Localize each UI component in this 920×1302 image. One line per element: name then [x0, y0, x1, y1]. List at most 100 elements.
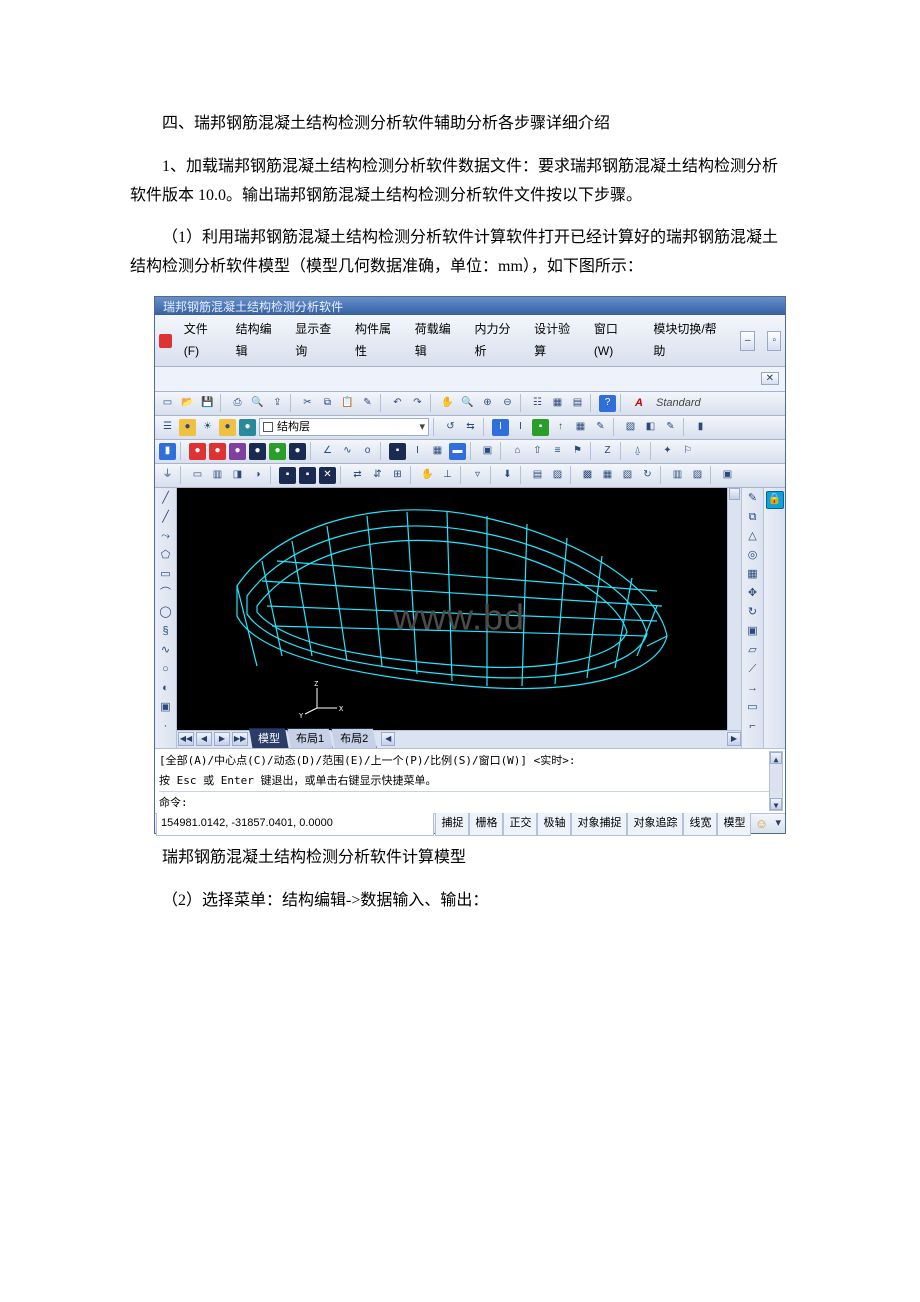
publish-icon[interactable]: ⇪	[269, 395, 286, 412]
status-polar-toggle[interactable]: 极轴	[537, 812, 571, 836]
dark-sq-icon[interactable]: ▪	[389, 443, 406, 460]
copy-obj-icon[interactable]: ⧉	[745, 510, 761, 526]
ellipse-arc-icon[interactable]: ○	[158, 662, 174, 678]
model-icon-3[interactable]: ●	[209, 443, 226, 460]
paste-icon[interactable]: 📋	[339, 395, 356, 412]
status-snap-toggle[interactable]: 捕捉	[435, 812, 469, 836]
help-icon[interactable]: ?	[599, 395, 616, 412]
h-scroll-right-button[interactable]: ▶	[727, 732, 741, 746]
match-icon[interactable]: ✎	[359, 395, 376, 412]
hand-icon[interactable]: ✋	[419, 467, 436, 484]
ellipse-icon[interactable]: ∿	[158, 643, 174, 659]
comm-center-icon[interactable]: ☺	[751, 812, 771, 835]
plot-layer-icon[interactable]: ●	[239, 419, 256, 436]
model-icon-5[interactable]: ●	[249, 443, 266, 460]
chart-icon-8[interactable]: ▨	[689, 467, 706, 484]
menu-file[interactable]: 文件(F)	[178, 317, 226, 364]
status-lwt-toggle[interactable]: 线宽	[683, 812, 717, 836]
rect-icon[interactable]: ▭	[158, 567, 174, 583]
menu-window[interactable]: 窗口(W)	[588, 317, 639, 364]
stretch-icon[interactable]: ▱	[745, 643, 761, 659]
filter-icon[interactable]: ▿	[469, 467, 486, 484]
grid-icon[interactable]: ▦	[429, 443, 446, 460]
grid-small-icon[interactable]: ▦	[572, 419, 589, 436]
zoom-prev-icon[interactable]: ⊖	[499, 395, 516, 412]
tab-prev-button[interactable]: ◀	[196, 732, 212, 746]
list-end-icon[interactable]: ▣	[719, 467, 736, 484]
flag2-icon[interactable]: ⚐	[679, 443, 696, 460]
arr-icon-3[interactable]: ⊞	[389, 467, 406, 484]
mirror-icon[interactable]: △	[745, 529, 761, 545]
dark-x-icon[interactable]: ✕	[319, 467, 336, 484]
preview-icon[interactable]: 🔍	[249, 395, 266, 412]
arc-icon[interactable]: ⌒	[158, 586, 174, 602]
bell-icon[interactable]: ⍙	[629, 443, 646, 460]
home-icon[interactable]: ⌂	[509, 443, 526, 460]
ground-icon[interactable]: ⏚	[159, 467, 176, 484]
draw-icon-1[interactable]: ▥	[209, 467, 226, 484]
array-icon[interactable]: ▦	[745, 567, 761, 583]
save-icon[interactable]: 💾	[199, 395, 216, 412]
cmd-scroll-up-button[interactable]: ▲	[770, 752, 782, 764]
print-icon[interactable]: ⎙	[229, 395, 246, 412]
model-viewport[interactable]: www.bd X Z Y ◀◀ ◀ ▶ ▶▶ 模型 布局1 布局	[177, 488, 741, 748]
extrude-icon[interactable]: ▮	[692, 419, 709, 436]
ibeam-icon[interactable]: I	[512, 419, 529, 436]
tab-next-button[interactable]: ▶	[214, 732, 230, 746]
eraser-icon[interactable]: ✎	[745, 491, 761, 507]
status-osnap-toggle[interactable]: 对象捕捉	[571, 812, 627, 836]
status-grid-toggle[interactable]: 栅格	[469, 812, 503, 836]
command-window[interactable]: [全部(A)/中心点(C)/动态(D)/范围(E)/上一个(P)/比例(S)/窗…	[155, 748, 785, 813]
arr-icon-1[interactable]: ⇄	[349, 467, 366, 484]
cmd-scroll-down-button[interactable]: ▼	[770, 798, 782, 810]
chart-icon-1[interactable]: ▤	[529, 467, 546, 484]
window-view-icon[interactable]: ▣	[479, 443, 496, 460]
model-icon-4[interactable]: ●	[229, 443, 246, 460]
freeze-icon[interactable]: ☀	[199, 419, 216, 436]
small-o-icon[interactable]: o	[359, 443, 376, 460]
stand-icon[interactable]: ⊥	[439, 467, 456, 484]
menu-load-edit[interactable]: 荷载编辑	[409, 317, 465, 364]
zoom-rt-icon[interactable]: 🔍	[459, 395, 476, 412]
line-icon[interactable]: ╱	[158, 491, 174, 507]
open-file-icon[interactable]: 📂	[179, 395, 196, 412]
viewport-horizontal-scrollbar[interactable]: ◀ ▶	[381, 732, 741, 746]
model-icon-6[interactable]: ●	[269, 443, 286, 460]
layer-manager-icon[interactable]: ☰	[159, 419, 176, 436]
xline-icon[interactable]: ╱	[158, 510, 174, 526]
properties-icon[interactable]: ☷	[529, 395, 546, 412]
status-otrack-toggle[interactable]: 对象追踪	[627, 812, 683, 836]
tool-palette-icon[interactable]: ▤	[569, 395, 586, 412]
menu-struct-edit[interactable]: 结构编辑	[230, 317, 286, 364]
model-icon-2[interactable]: ●	[189, 443, 206, 460]
break-icon[interactable]: ▭	[745, 700, 761, 716]
pencil-icon[interactable]: ✎	[592, 419, 609, 436]
fillet-icon[interactable]: ⌐	[745, 719, 761, 735]
fill-icon[interactable]: ▬	[449, 443, 466, 460]
chart-icon-4[interactable]: ▦	[599, 467, 616, 484]
model-icon-1[interactable]: ▮	[159, 443, 176, 460]
polygon-icon[interactable]: ⬠	[158, 548, 174, 564]
chart-icon-7[interactable]: ▥	[669, 467, 686, 484]
wave-icon[interactable]: ∿	[339, 443, 356, 460]
angle-icon[interactable]: ∠	[319, 443, 336, 460]
pline-icon[interactable]: ⤳	[158, 529, 174, 545]
design-center-icon[interactable]: ▦	[549, 395, 566, 412]
command-scrollbar[interactable]: ▲ ▼	[769, 751, 783, 811]
slab-icon[interactable]: ▭	[189, 467, 206, 484]
spline-icon[interactable]: §	[158, 624, 174, 640]
lock-layer-icon[interactable]: ●	[219, 419, 236, 436]
draw-icon-2[interactable]: ◨	[229, 467, 246, 484]
light-icon[interactable]: ✎	[662, 419, 679, 436]
layer-prev-icon[interactable]: ↺	[442, 419, 459, 436]
model-icon-7[interactable]: ●	[289, 443, 306, 460]
pan-icon[interactable]: ✋	[439, 395, 456, 412]
down-arr-icon[interactable]: ⬇	[499, 467, 516, 484]
status-arrow-icon[interactable]: ▾	[771, 814, 785, 834]
flag-icon[interactable]: ⚑	[569, 443, 586, 460]
extend-icon[interactable]: →	[745, 681, 761, 697]
rotate-icon[interactable]: ↻	[745, 605, 761, 621]
section-i-icon[interactable]: I	[409, 443, 426, 460]
chart-icon-2[interactable]: ▨	[549, 467, 566, 484]
chart-icon-5[interactable]: ▧	[619, 467, 636, 484]
